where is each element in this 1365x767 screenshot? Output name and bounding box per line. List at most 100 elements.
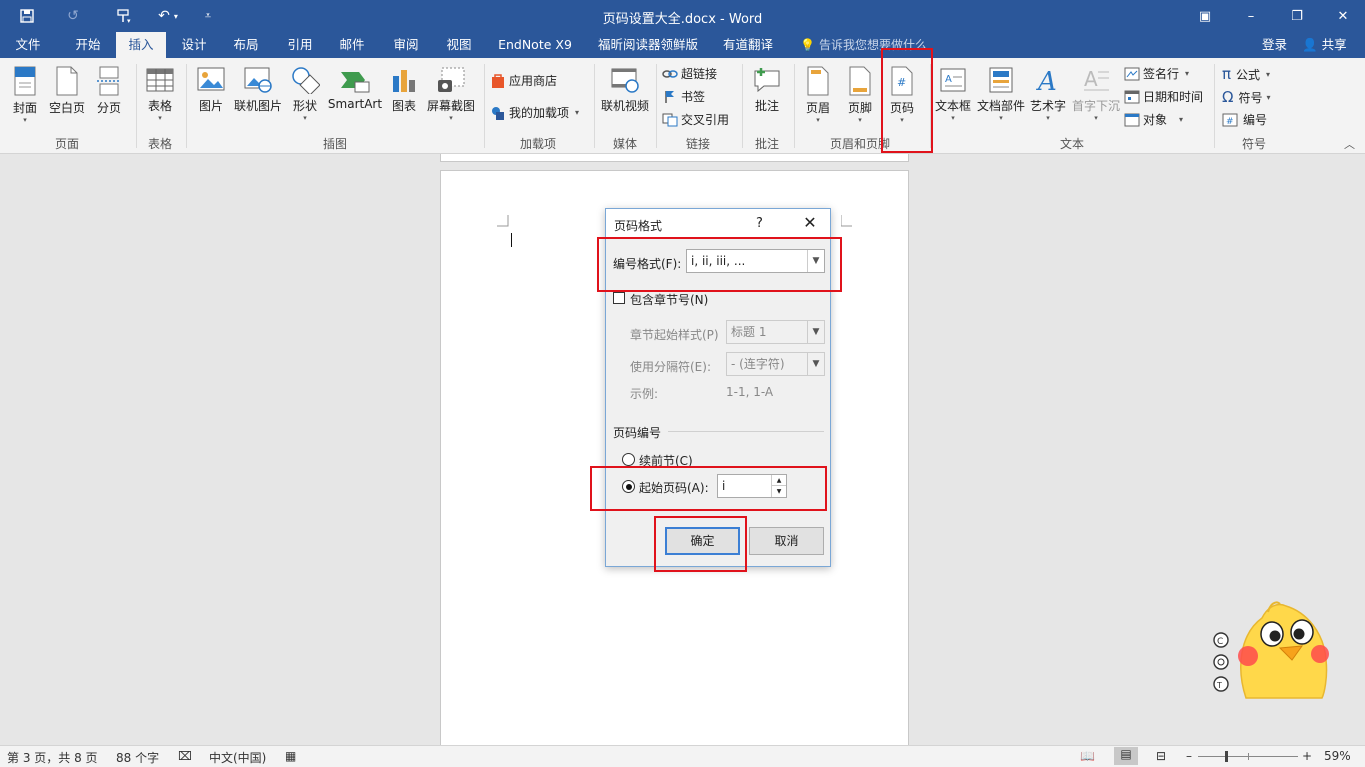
bookmark-button[interactable]: 书签 <box>662 88 705 105</box>
number-icon: # <box>1222 113 1238 127</box>
window-title: 页码设置大全.docx - Word <box>602 12 763 27</box>
svg-text:A: A <box>945 74 952 85</box>
tab-references[interactable]: 引用 <box>276 32 324 58</box>
zoom-in-button[interactable]: + <box>1302 749 1312 763</box>
language-status[interactable]: 中文(中国) <box>209 749 266 766</box>
share-button[interactable]: 👤 共享 <box>1302 32 1362 58</box>
smartart-button[interactable]: SmartArt <box>326 66 384 111</box>
title-bar: ↺ ▾ ↶ ▾ ⩡ 页码设置大全.docx - Word ▣ – ❐ ✕ <box>0 0 1365 32</box>
shapes-icon <box>292 67 320 94</box>
ribbon-separator <box>656 64 657 148</box>
picture-icon <box>197 67 225 91</box>
include-chapter-checkbox[interactable] <box>613 292 625 304</box>
textbox-button[interactable]: A 文本框 ▾ <box>934 66 972 122</box>
print-layout-icon[interactable]: ▤ <box>1114 747 1138 765</box>
read-mode-icon[interactable]: 📖 <box>1080 749 1095 763</box>
login-link[interactable]: 登录 <box>1262 32 1287 58</box>
minimize-button[interactable]: – <box>1228 0 1274 32</box>
page-break-button[interactable]: 分页 <box>90 66 128 116</box>
shapes-button[interactable]: 形状 ▾ <box>286 66 324 122</box>
header-icon <box>807 66 829 96</box>
macro-icon[interactable]: ▦ <box>285 749 296 763</box>
header-button[interactable]: 页眉 ▾ <box>800 66 836 124</box>
online-picture-button[interactable]: 联机图片 <box>232 66 284 114</box>
cover-page-icon <box>14 66 36 96</box>
wordart-button[interactable]: A 艺术字 ▾ <box>1028 66 1068 122</box>
store-button[interactable]: 应用商店 <box>490 72 557 89</box>
zoom-slider-thumb[interactable] <box>1225 751 1229 762</box>
separator-select[interactable]: - (连字符) ▼ <box>726 352 825 376</box>
tab-home[interactable]: 开始 <box>62 32 114 58</box>
page-count-status[interactable]: 第 3 页，共 8 页 <box>7 749 98 766</box>
chevron-down-icon: ▼ <box>807 353 824 375</box>
hyperlink-icon <box>662 69 678 78</box>
object-icon <box>1124 113 1140 126</box>
table-icon <box>146 68 174 92</box>
ribbon-separator <box>1214 64 1215 148</box>
zoom-level[interactable]: 59% <box>1324 749 1351 763</box>
quick-parts-button[interactable]: 文档部件 ▾ <box>975 66 1027 122</box>
store-icon <box>492 73 504 88</box>
continue-previous-radio[interactable] <box>622 453 635 466</box>
close-button[interactable]: ✕ <box>1320 0 1365 32</box>
close-icon: ✕ <box>1337 8 1349 24</box>
ribbon-display-icon: ▣ <box>1198 8 1212 24</box>
help-button[interactable]: ? <box>756 216 763 231</box>
cross-reference-button[interactable]: 交叉引用 <box>662 111 729 128</box>
signature-line-button[interactable]: 签名行 ▾ <box>1124 65 1189 82</box>
picture-button[interactable]: 图片 <box>192 66 230 114</box>
zoom-out-button[interactable]: – <box>1186 749 1192 763</box>
omega-icon: Ω <box>1222 88 1234 106</box>
screenshot-icon <box>438 67 465 92</box>
collapse-ribbon-button[interactable]: ︿ <box>1344 136 1355 152</box>
tab-insert[interactable]: 插入 <box>116 32 166 58</box>
number-button[interactable]: # 编号 <box>1222 111 1267 128</box>
chapter-style-select[interactable]: 标题 1 ▼ <box>726 320 825 344</box>
quick-parts-icon <box>989 67 1013 93</box>
comment-button[interactable]: 批注 <box>748 66 786 114</box>
highlight-page-number-button <box>881 48 933 153</box>
web-layout-icon[interactable]: ⊟ <box>1156 749 1166 763</box>
ribbon-display-button[interactable]: ▣ <box>1182 0 1228 32</box>
word-count-status[interactable]: 88 个字 <box>116 749 159 766</box>
tab-design[interactable]: 设计 <box>170 32 218 58</box>
proofing-icon[interactable]: ⌧ <box>178 749 192 763</box>
tab-review[interactable]: 审阅 <box>382 32 430 58</box>
table-button[interactable]: 表格 ▾ <box>142 66 178 122</box>
tab-layout[interactable]: 布局 <box>222 32 270 58</box>
footer-button[interactable]: 页脚 ▾ <box>842 66 878 124</box>
symbol-button[interactable]: Ω 符号 ▾ <box>1222 88 1271 106</box>
screenshot-button[interactable]: 屏幕截图 ▾ <box>424 66 478 122</box>
cancel-button[interactable]: 取消 <box>749 527 824 555</box>
equation-button[interactable]: π 公式 ▾ <box>1222 65 1270 83</box>
example-value: 1-1, 1-A <box>726 385 774 399</box>
blank-page-button[interactable]: 空白页 <box>46 66 88 116</box>
tab-mailings[interactable]: 邮件 <box>328 32 376 58</box>
share-label: 共享 <box>1321 37 1347 52</box>
previous-page-edge <box>440 154 909 162</box>
zoom-slider[interactable] <box>1198 751 1298 762</box>
person-icon: 👤 <box>1302 37 1318 52</box>
tab-view[interactable]: 视图 <box>435 32 483 58</box>
restore-button[interactable]: ❐ <box>1274 0 1320 32</box>
object-button[interactable]: 对象 ▾ <box>1124 111 1183 128</box>
chart-button[interactable]: 图表 <box>386 66 422 114</box>
tab-foxit[interactable]: 福昕阅读器领鲜版 <box>590 32 706 58</box>
svg-text:A: A <box>1036 67 1057 94</box>
my-addins-button[interactable]: 我的加载项 ▾ <box>490 104 579 121</box>
group-label-tables: 表格 <box>147 137 172 151</box>
drop-cap-button[interactable]: A 首字下沉 ▾ <box>1070 66 1122 122</box>
dialog-close-button[interactable]: ✕ <box>800 213 820 233</box>
cover-page-button[interactable]: 封面 ▾ <box>6 66 44 124</box>
tab-youdao[interactable]: 有道翻译 <box>716 32 780 58</box>
group-label-symbols: 符号 <box>1241 137 1266 151</box>
date-time-button[interactable]: 日期和时间 <box>1124 88 1203 105</box>
hyperlink-button[interactable]: 超链接 <box>662 65 717 82</box>
separator-value: - (连字符) <box>731 357 785 371</box>
online-video-button[interactable]: 联机视频 <box>598 66 652 114</box>
tab-file[interactable]: 文件 <box>4 32 52 58</box>
tab-endnote[interactable]: EndNote X9 <box>492 32 578 58</box>
group-label-illustrations: 插图 <box>322 137 347 151</box>
drop-cap-icon: A <box>1084 67 1109 91</box>
highlight-ok-button <box>654 516 747 572</box>
